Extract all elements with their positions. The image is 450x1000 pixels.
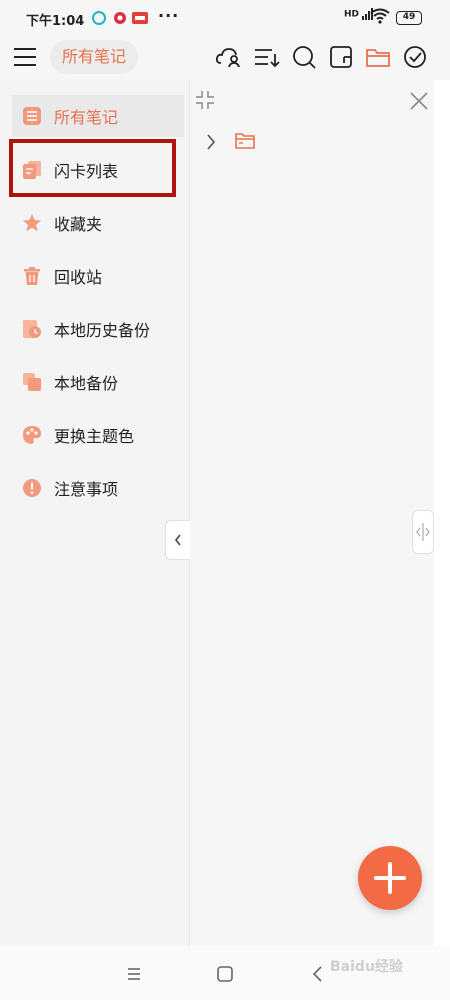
star-icon [22, 213, 42, 233]
sort-icon[interactable] [252, 43, 280, 71]
sidebar-item-change-theme[interactable]: 更换主题色 [12, 414, 184, 456]
home-icon[interactable] [213, 962, 237, 986]
chevron-left-icon [174, 534, 181, 546]
watermark: Baidu经验 [330, 959, 403, 975]
right-pane-edge [434, 80, 450, 946]
sidebar-item-label: 收藏夹 [54, 215, 103, 234]
sidebar-item-label: 本地历史备份 [54, 321, 151, 340]
sidebar-item-trash[interactable]: 回收站 [12, 255, 184, 297]
wallet-icon[interactable] [327, 43, 355, 71]
wifi-icon [370, 8, 390, 28]
history-backup-icon [22, 319, 42, 339]
plus-icon [374, 862, 406, 894]
back-icon[interactable] [306, 962, 330, 986]
trash-icon [22, 266, 42, 286]
folder-icon[interactable] [364, 43, 392, 71]
status-more: ··· [158, 6, 180, 25]
battery-icon: 49 [396, 11, 422, 25]
check-circle-icon[interactable] [401, 43, 429, 71]
sidebar-item-label: 回收站 [54, 268, 103, 287]
add-note-button[interactable] [358, 846, 422, 910]
palette-icon [22, 425, 42, 445]
sidebar-item-label: 所有笔记 [54, 108, 119, 127]
sidebar-item-all-notes[interactable]: 所有笔记 [12, 95, 184, 137]
sidebar-item-label: 更换主题色 [54, 427, 135, 446]
sidebar-item-local-history-backup[interactable]: 本地历史备份 [12, 308, 184, 350]
notification-app-icon [113, 11, 127, 25]
sidebar-item-label: 本地备份 [54, 374, 119, 393]
folder-panel [191, 80, 434, 946]
top-toolbar: 所有笔记 [0, 36, 450, 80]
sidebar-item-favorites[interactable]: 收藏夹 [12, 202, 184, 244]
notification-app-icon [92, 11, 106, 25]
chevron-right-icon[interactable] [205, 133, 217, 155]
shrink-icon[interactable] [195, 90, 215, 110]
current-folder-chip[interactable]: 所有笔记 [50, 40, 139, 74]
search-icon[interactable] [290, 43, 318, 71]
collapse-sidebar-button[interactable] [165, 520, 190, 560]
status-bar: 下午1:04 ··· HD 49 [0, 0, 450, 36]
recent-apps-icon[interactable] [122, 962, 146, 986]
signal-label: HD [344, 9, 360, 20]
sidebar-item-label: 注意事项 [54, 480, 119, 499]
drag-handle-icon [416, 523, 430, 541]
status-time: 下午1:04 [26, 14, 85, 29]
alert-icon [22, 478, 42, 498]
cloud-user-icon[interactable] [214, 43, 242, 71]
notification-app-icon [132, 11, 148, 25]
backup-icon [22, 372, 42, 392]
sidebar-item-local-backup[interactable]: 本地备份 [12, 361, 184, 403]
split-view-handle[interactable] [412, 510, 434, 554]
close-icon[interactable] [408, 90, 430, 112]
folder-icon [235, 132, 255, 154]
list-icon [22, 106, 42, 126]
folder-tree-row[interactable] [205, 130, 285, 154]
menu-icon[interactable] [12, 44, 38, 70]
highlight-annotation-box [9, 139, 176, 197]
sidebar-item-notes-attention[interactable]: 注意事项 [12, 467, 184, 509]
sidebar: 所有笔记 闪卡列表 收藏夹 回收站 本地历史备份 本地备份 更换主题色 注意事项 [0, 80, 190, 946]
